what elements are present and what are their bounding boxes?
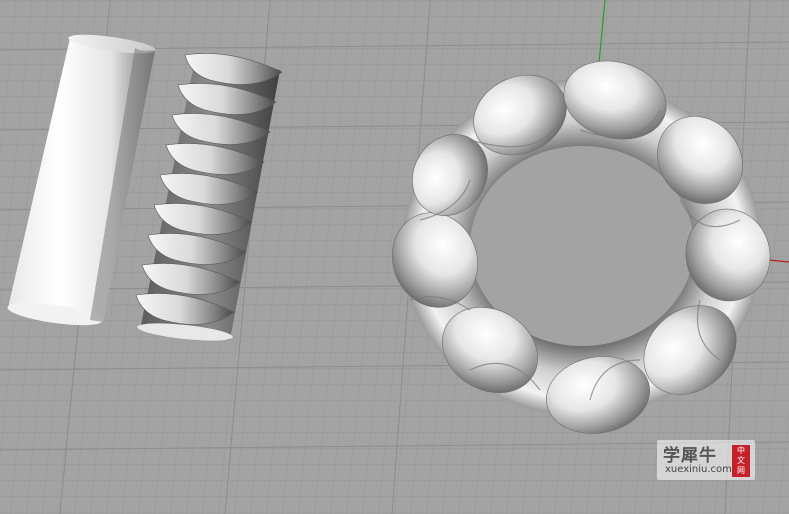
watermark-badge: 中 文 网 xyxy=(732,445,750,477)
viewport-scene[interactable] xyxy=(0,0,789,514)
rhino-perspective-viewport[interactable]: 学犀牛 xuexiniu.com 中 文 网 xyxy=(0,0,789,514)
watermark-badge-char: 文 xyxy=(737,456,745,465)
site-watermark: 学犀牛 xuexiniu.com 中 文 网 xyxy=(657,440,755,480)
watermark-url: xuexiniu.com xyxy=(665,464,732,475)
watermark-badge-char: 网 xyxy=(737,466,745,475)
watermark-title: 学犀牛 xyxy=(663,446,717,466)
watermark-badge-char: 中 xyxy=(737,446,745,455)
